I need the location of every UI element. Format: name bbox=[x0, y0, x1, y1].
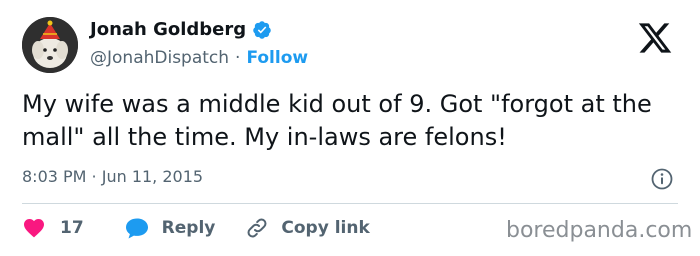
dog-avatar-icon bbox=[22, 17, 78, 73]
heart-icon bbox=[24, 219, 44, 238]
reply-button[interactable]: Reply bbox=[124, 216, 246, 240]
copy-link-button[interactable]: Copy link bbox=[245, 216, 370, 240]
author-name-row: Jonah Goldberg bbox=[90, 19, 272, 40]
action-bar: 17 Reply Copy link bbox=[22, 216, 370, 240]
copy-link-label: Copy link bbox=[281, 218, 370, 238]
speech-bubble-icon bbox=[125, 218, 148, 239]
verified-badge-icon bbox=[253, 20, 271, 39]
link-icon bbox=[247, 218, 267, 238]
separator-dot: · bbox=[235, 48, 241, 68]
author-handle-row: @JonahDispatch · Follow bbox=[90, 48, 308, 68]
tweet-text: My wife was a middle kid out of 9. Got "… bbox=[22, 90, 652, 151]
watermark: boredpanda.com bbox=[506, 218, 693, 243]
x-logo-icon[interactable] bbox=[636, 20, 674, 56]
tweet-timestamp[interactable]: 8:03 PM · Jun 11, 2015 bbox=[22, 167, 203, 186]
follow-button[interactable]: Follow bbox=[246, 48, 308, 68]
divider bbox=[22, 203, 678, 204]
author-name[interactable]: Jonah Goldberg bbox=[90, 19, 246, 40]
like-count: 17 bbox=[60, 218, 84, 238]
info-icon[interactable] bbox=[650, 167, 674, 191]
reply-label: Reply bbox=[161, 218, 216, 238]
author-handle[interactable]: @JonahDispatch bbox=[90, 48, 229, 68]
like-button[interactable]: 17 bbox=[22, 216, 124, 240]
avatar[interactable] bbox=[22, 17, 78, 73]
